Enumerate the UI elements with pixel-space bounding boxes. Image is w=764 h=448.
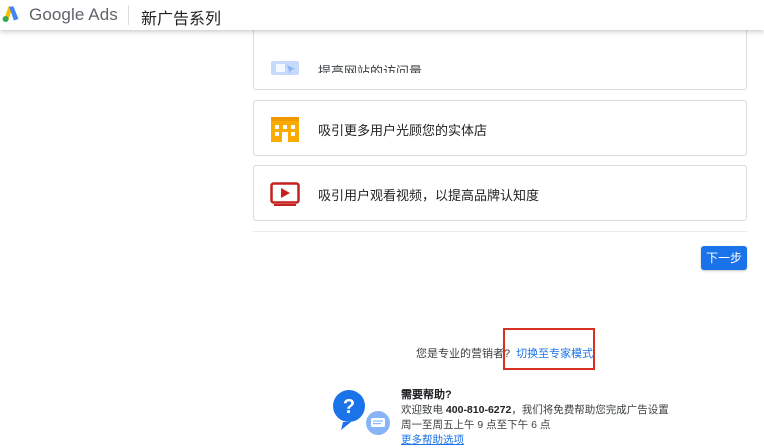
video-play-icon [270, 182, 300, 206]
help-hours-line: 周一至周五上午 9 点至下午 6 点 [401, 419, 551, 431]
website-visits-icon [271, 61, 299, 75]
campaign-goal-section: 提高网站的访问量 吸引更多用户光顾您的实体店 吸引用户观看视频，以提高品牌认知度… [0, 0, 764, 448]
brand-name: Google Ads [29, 5, 118, 24]
top-app-bar: Google Ads 新广告系列 [0, 0, 764, 30]
help-panel: 需要帮助? 欢迎致电 400-810-6272，我们将免费帮助您完成广告设置 周… [401, 388, 669, 448]
goal-card-label: 提高网站的访问量 [318, 64, 423, 73]
expert-mode-question: 您是专业的营销者? [416, 348, 511, 360]
section-divider [253, 231, 747, 232]
google-ads-logo-icon[interactable] [2, 5, 20, 23]
goal-card-store-visits[interactable]: 吸引更多用户光顾您的实体店 [253, 100, 747, 156]
goal-card-label: 吸引用户观看视频，以提高品牌认知度 [318, 188, 540, 203]
help-line1-suffix: ，我们将免费帮助您完成广告设置 [511, 404, 669, 416]
header-divider [128, 5, 129, 25]
goal-card-label: 吸引更多用户光顾您的实体店 [318, 123, 488, 138]
help-contact-line: 欢迎致电 400-810-6272，我们将免费帮助您完成广告设置 [401, 403, 669, 418]
help-line1-prefix: 欢迎致电 [401, 404, 443, 416]
help-chat-icon: ? [333, 390, 390, 435]
help-phone-number: 400-810-6272 [445, 404, 512, 416]
goal-card-brand-awareness[interactable]: 吸引用户观看视频，以提高品牌认知度 [253, 165, 747, 221]
page-title: 新广告系列 [141, 11, 222, 28]
storefront-icon [271, 117, 299, 142]
next-step-button[interactable]: 下一步 [701, 246, 747, 270]
svg-text:?: ? [343, 396, 355, 418]
help-title: 需要帮助? [401, 389, 452, 401]
annotation-highlight-box [503, 328, 595, 370]
